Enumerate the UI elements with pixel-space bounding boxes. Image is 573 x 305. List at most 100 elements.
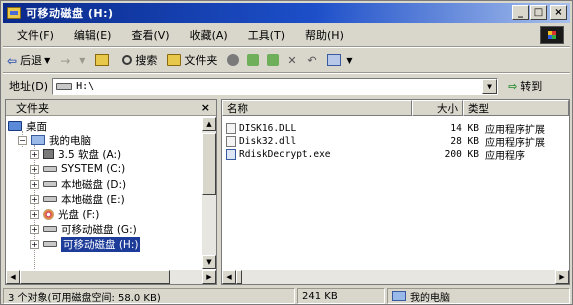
chevron-down-icon[interactable]: ▼ [79, 56, 85, 65]
back-button[interactable]: ⇦ 后退 ▼ [7, 52, 50, 68]
floppy-icon [43, 149, 54, 159]
scroll-down-icon[interactable]: ▼ [202, 255, 216, 269]
file-list-horizontal-scrollbar[interactable]: ◀ ▶ [222, 270, 569, 284]
scroll-left-icon[interactable]: ◀ [6, 270, 20, 284]
minimize-button[interactable]: _ [512, 5, 529, 20]
history-icon[interactable] [227, 54, 240, 66]
title-bar[interactable]: 可移动磁盘 (H:) _ □ × [3, 3, 570, 23]
toolbar-divider [3, 72, 570, 74]
chevron-down-icon[interactable]: ▼ [346, 56, 352, 65]
menu-favorites[interactable]: 收藏(A) [190, 27, 228, 43]
tree-item-label: 桌面 [26, 120, 47, 133]
computer-icon [31, 135, 45, 145]
file-size: 200 KB [444, 148, 479, 160]
dll-file-icon [226, 135, 236, 147]
close-button[interactable]: × [550, 5, 567, 20]
scroll-thumb[interactable] [236, 270, 242, 284]
folder-pane-header: 文件夹 × [6, 100, 216, 116]
go-label: 转到 [520, 80, 543, 93]
tree-item-my-computer[interactable]: − 我的电脑 [18, 133, 91, 147]
scroll-right-icon[interactable]: ▶ [555, 270, 569, 284]
search-button[interactable]: 搜索 [122, 52, 157, 68]
views-button[interactable]: ▼ [327, 54, 353, 66]
menu-view[interactable]: 查看(V) [131, 27, 169, 43]
menu-file[interactable]: 文件(F) [17, 27, 54, 43]
tree-item-label: 可移动磁盘 (G:) [61, 223, 137, 236]
scroll-right-icon[interactable]: ▶ [202, 270, 216, 284]
tree-horizontal-scrollbar[interactable]: ◀ ▶ [6, 270, 216, 284]
tree-item-label: 光盘 (F:) [58, 208, 100, 221]
file-name: DISK16.DLL [239, 122, 297, 134]
expand-icon[interactable]: + [30, 179, 39, 189]
forward-button[interactable]: → ▼ [60, 54, 85, 68]
tree-item-label: 3.5 软盘 (A:) [58, 148, 122, 161]
expand-icon[interactable]: + [30, 149, 39, 159]
tree-item-cd-f[interactable]: + 光盘 (F:) [30, 207, 99, 221]
drive-icon [56, 82, 73, 90]
file-size: 28 KB [450, 135, 479, 147]
window-title: 可移动磁盘 (H:) [26, 7, 114, 20]
tree-item-removable-g[interactable]: + 可移动磁盘 (G:) [30, 222, 137, 236]
copy-to-icon[interactable] [267, 54, 280, 66]
file-row[interactable]: DISK16.DLL 14 KB 应用程序扩展 [226, 122, 566, 136]
tree-item-local-d[interactable]: + 本地磁盘 (D:) [30, 177, 126, 191]
tree-item-floppy-a[interactable]: + 3.5 软盘 (A:) [30, 147, 121, 161]
explorer-window: 可移动磁盘 (H:) _ □ × 文件(F) 编辑(E) 查看(V) 收藏(A)… [0, 0, 573, 305]
toolbar: ⇦ 后退 ▼ → ▼ 搜索 文件夹 ✕ ↶ ▼ [3, 49, 570, 71]
menu-edit[interactable]: 编辑(E) [74, 27, 112, 43]
drive-icon [43, 226, 57, 232]
chevron-down-icon[interactable]: ▼ [44, 56, 50, 65]
column-size[interactable]: 大小 [412, 100, 463, 116]
expand-icon[interactable]: + [30, 164, 39, 174]
folder-tree-pane: 文件夹 × 桌面 − 我的电脑 + 3.5 软盘 (A:) + SYSTEM (… [5, 99, 217, 285]
address-input[interactable]: H:\ ▼ [52, 77, 499, 95]
expand-icon[interactable]: + [30, 209, 39, 219]
file-row[interactable]: RdiskDecrypt.exe 200 KB 应用程序 [226, 148, 566, 162]
folder-icon [167, 54, 182, 66]
tree-vertical-scrollbar[interactable]: ▲ ▼ [202, 117, 216, 269]
move-to-icon[interactable] [247, 54, 260, 66]
drive-icon [43, 196, 57, 202]
address-label: 地址(D) [9, 80, 49, 93]
file-list-pane: 名称 大小 类型 DISK16.DLL 14 KB 应用程序扩展 Disk32.… [221, 99, 570, 285]
expand-icon[interactable]: + [30, 239, 39, 249]
chevron-down-icon[interactable]: ▼ [482, 78, 498, 94]
forward-arrow-icon: → [60, 54, 71, 68]
undo-icon[interactable]: ↶ [307, 54, 319, 67]
file-name: Disk32.dll [239, 135, 297, 147]
column-type[interactable]: 类型 [463, 100, 569, 116]
scroll-up-icon[interactable]: ▲ [202, 117, 216, 131]
tree-item-desktop[interactable]: 桌面 [8, 119, 47, 133]
delete-icon[interactable]: ✕ [287, 54, 299, 67]
back-label: 后退 [20, 54, 43, 67]
scroll-thumb[interactable] [20, 270, 170, 284]
folders-label: 文件夹 [184, 54, 218, 67]
desktop-icon [8, 121, 22, 131]
menu-divider [3, 46, 570, 48]
go-button[interactable]: ⇨ 转到 [508, 78, 542, 94]
tree-item-local-e[interactable]: + 本地磁盘 (E:) [30, 192, 125, 206]
maximize-button[interactable]: □ [530, 5, 547, 20]
tree-item-system-c[interactable]: + SYSTEM (C:) [30, 162, 125, 176]
collapse-icon[interactable]: − [18, 135, 27, 145]
scroll-left-icon[interactable]: ◀ [222, 270, 236, 284]
column-name[interactable]: 名称 [222, 100, 412, 116]
expand-icon[interactable]: + [30, 194, 39, 204]
file-list-header: 名称 大小 类型 [222, 100, 569, 116]
folder-pane-title: 文件夹 [16, 101, 49, 115]
status-size: 241 KB [297, 288, 385, 304]
folders-button[interactable]: 文件夹 [167, 52, 217, 68]
scroll-thumb[interactable] [202, 133, 216, 195]
close-icon[interactable]: × [201, 101, 210, 114]
address-value: H:\ [76, 80, 95, 92]
exe-file-icon [226, 148, 236, 160]
search-icon [122, 55, 133, 65]
status-objects: 3 个对象(可用磁盘空间: 58.0 KB) [3, 288, 295, 304]
file-row[interactable]: Disk32.dll 28 KB 应用程序扩展 [226, 135, 566, 149]
menu-tools[interactable]: 工具(T) [248, 27, 285, 43]
tree-item-removable-h[interactable]: + 可移动磁盘 (H:) [30, 236, 141, 252]
up-folder-button[interactable] [95, 54, 112, 66]
menu-help[interactable]: 帮助(H) [305, 27, 344, 43]
expand-icon[interactable]: + [30, 224, 39, 234]
tree-item-label: 可移动磁盘 (H:) [61, 236, 141, 252]
